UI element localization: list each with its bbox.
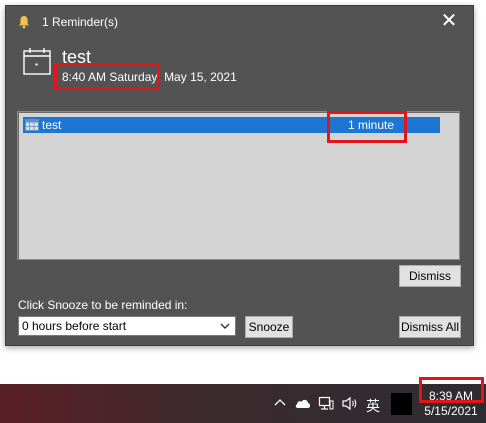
reminder-date: May 15, 2021 bbox=[164, 70, 237, 84]
list-item-subject: test bbox=[42, 118, 62, 132]
calendar-icon bbox=[23, 48, 51, 75]
ime-indicator[interactable]: 英 bbox=[366, 396, 380, 423]
window-title: 1 Reminder(s) bbox=[42, 15, 119, 29]
snooze-time-select[interactable]: 0 hours before start bbox=[18, 316, 236, 336]
snooze-label: Click Snooze to be reminded in: bbox=[18, 298, 188, 312]
snooze-button[interactable]: Snooze bbox=[245, 316, 293, 338]
cloud-icon[interactable] bbox=[294, 397, 312, 409]
taskbar-clock-date[interactable]: 5/15/2021 bbox=[418, 404, 484, 418]
highlight-box-due-in bbox=[327, 111, 407, 143]
chevron-down-icon[interactable] bbox=[217, 318, 233, 334]
dismiss-button[interactable]: Dismiss bbox=[399, 265, 461, 287]
highlight-box-clock bbox=[419, 377, 484, 403]
chevron-up-icon[interactable] bbox=[273, 396, 287, 410]
close-button[interactable]: ✕ bbox=[435, 11, 463, 33]
bell-icon bbox=[19, 16, 29, 29]
dismiss-all-button[interactable]: Dismiss All bbox=[399, 316, 461, 338]
taskbar: 英 8:39 AM bbox=[0, 384, 486, 423]
appointment-icon bbox=[25, 119, 39, 131]
notification-button[interactable] bbox=[391, 393, 412, 415]
desktop: 1 Reminder(s) ✕ test 8:40 AM Saturday Ma… bbox=[0, 0, 486, 423]
volume-icon[interactable] bbox=[341, 396, 359, 411]
reminder-window: 1 Reminder(s) ✕ test 8:40 AM Saturday Ma… bbox=[5, 5, 474, 346]
snooze-time-value: 0 hours before start bbox=[22, 319, 127, 333]
network-icon[interactable] bbox=[318, 396, 334, 411]
highlight-box-time bbox=[54, 63, 160, 90]
